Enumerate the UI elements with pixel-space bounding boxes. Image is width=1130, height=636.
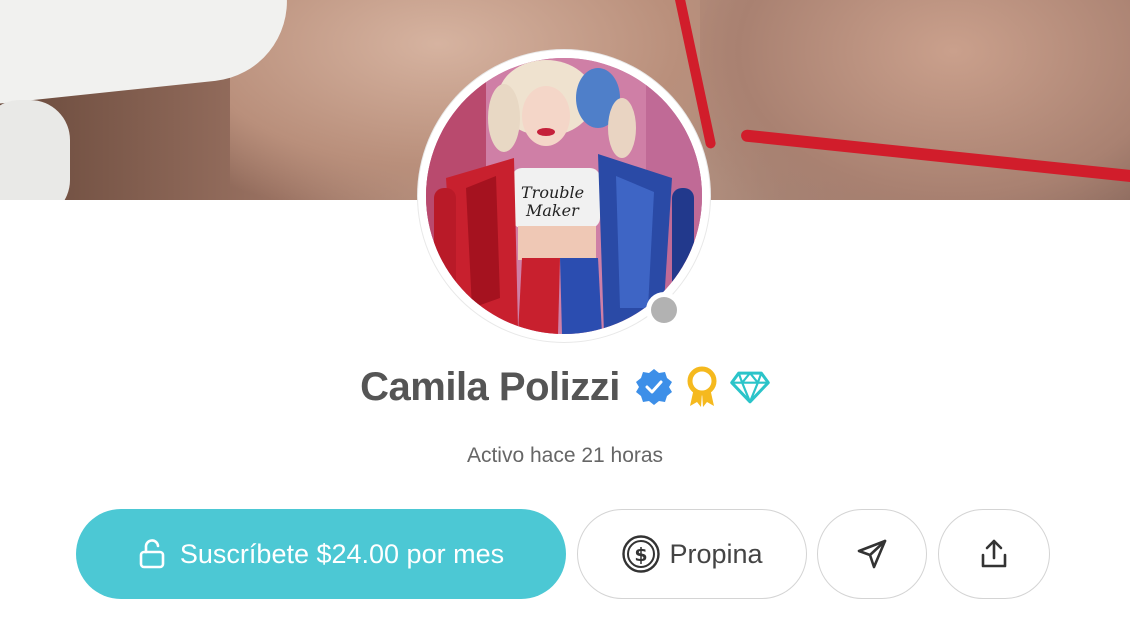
online-status-indicator: [646, 292, 682, 328]
award-ribbon-icon: [682, 365, 722, 409]
tip-button-label: Propina: [669, 538, 763, 569]
dollar-coin-icon: $: [621, 534, 661, 574]
subscribe-button[interactable]: Suscríbete $24.00 por mes: [76, 509, 566, 599]
svg-text:Trouble: Trouble: [521, 183, 584, 202]
tip-button[interactable]: $ Propina: [577, 509, 807, 599]
last-active-status: Activo hace 21 horas: [466, 444, 664, 467]
svg-text:Maker: Maker: [525, 201, 580, 220]
subscribe-button-label: Suscríbete $24.00 por mes: [179, 538, 505, 569]
svg-text:$: $: [635, 544, 648, 566]
avatar[interactable]: Trouble Maker: [418, 50, 710, 342]
share-button[interactable]: [938, 509, 1050, 599]
profile-name: Camila Polizzi: [360, 364, 620, 409]
unlock-icon: [138, 539, 166, 569]
send-icon: [856, 538, 888, 570]
diamond-icon: [730, 365, 770, 409]
share-icon: [979, 538, 1009, 570]
message-button[interactable]: [817, 509, 927, 599]
profile-name-row: Camila Polizzi: [0, 358, 1130, 416]
verified-check-icon: [634, 365, 674, 409]
